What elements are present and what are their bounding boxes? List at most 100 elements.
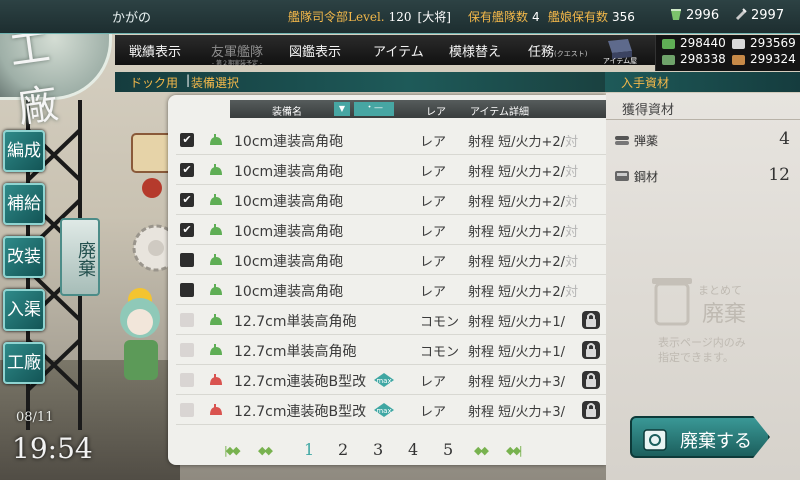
lock-icon[interactable]: [580, 399, 602, 421]
equipment-detail-text: 射程 短/火力+1/: [468, 315, 566, 330]
row-checkbox[interactable]: ✔: [180, 193, 194, 207]
shipgirl-count: 艦娘保有数 356: [548, 8, 635, 25]
equipment-name: 12.7cm単装高角砲: [234, 314, 357, 330]
row-checkbox[interactable]: [180, 253, 194, 267]
material-ammo-name: 弾薬: [634, 134, 659, 148]
gun-icon: [210, 194, 222, 205]
equipment-rarity: コモン: [420, 315, 460, 330]
equipment-detail-overflow: 対: [565, 135, 579, 150]
equipment-detail-text: 射程 短/火力+3/: [468, 405, 566, 420]
lock-icon[interactable]: [580, 369, 602, 391]
first-page-icon[interactable]: |◆◆: [224, 444, 241, 457]
lock-icon[interactable]: [580, 339, 602, 361]
lock-icon[interactable]: [580, 309, 602, 331]
side-nav-compose[interactable]: 編成: [3, 130, 45, 172]
equipment-detail-overflow: 対: [565, 225, 579, 240]
row-checkbox[interactable]: [180, 313, 194, 327]
status-bar: かがの 艦隊司令部Level. 120 [大将] 保有艦隊数 4 艦娘保有数 356 2…: [0, 0, 800, 34]
menu-quests[interactable]: 任務(クエスト): [528, 41, 587, 60]
hq-level-value: 120: [388, 10, 412, 24]
table-row[interactable]: 12.7cm連装砲B型改 max レア 射程 短/火力+3/: [176, 395, 606, 425]
gun-icon: [210, 164, 222, 175]
equipment-rarity: レア: [420, 405, 447, 420]
list-header: 装備名 ▼ ・— レア アイテム詳細: [230, 100, 606, 118]
table-row[interactable]: 12.7cm連装砲B型改 max レア 射程 短/火力+3/: [176, 365, 606, 395]
menu-encyclopedia-label: 図鑑表示: [289, 45, 342, 60]
header-detail: アイテム詳細: [470, 107, 529, 118]
page-5[interactable]: 5: [443, 440, 453, 459]
admiral-name: かがの: [112, 11, 152, 26]
side-nav-supply-label: 補給: [7, 194, 41, 214]
page-1[interactable]: 1: [304, 440, 314, 459]
menu-items-label: アイテム: [373, 45, 424, 60]
clock-date: 08/11: [16, 410, 54, 425]
side-nav-remodel-label: 改装: [7, 247, 41, 267]
repair-bucket-count: 2996: [670, 8, 719, 23]
row-checkbox[interactable]: [180, 403, 194, 417]
table-row[interactable]: 12.7cm単装高角砲 コモン 射程 短/火力+1/: [176, 335, 606, 365]
equipment-detail: 射程 短/火力+2/対: [468, 161, 578, 180]
last-page-icon[interactable]: ◆◆|: [506, 444, 523, 457]
bulk-scrap-line4: 指定できます。: [658, 351, 734, 364]
scrap-button-label: 廃棄する: [680, 431, 752, 452]
equipment-detail-text: 射程 短/火力+2/: [468, 165, 566, 180]
side-nav-repair[interactable]: 入渠: [3, 289, 45, 331]
gun-icon: [210, 344, 222, 355]
equipment-detail: 射程 短/火力+2/対: [468, 131, 578, 150]
page-4[interactable]: 4: [408, 440, 418, 459]
row-checkbox[interactable]: ✔: [180, 223, 194, 237]
table-row[interactable]: ✔ 10cm連装高角砲 レア 射程 短/火力+2/対: [176, 125, 606, 155]
menu-encyclopedia[interactable]: 図鑑表示: [289, 41, 341, 60]
table-row[interactable]: 10cm連装高角砲 レア 射程 短/火力+2/対: [176, 245, 606, 275]
sort-button[interactable]: ▼: [334, 102, 350, 116]
filter-icon: ・—: [364, 103, 383, 113]
menu-record[interactable]: 戦績表示: [129, 41, 181, 60]
breadcrumb-dock: ドック用: [130, 76, 179, 90]
table-row[interactable]: ✔ 10cm連装高角砲 レア 射程 短/火力+2/対: [176, 185, 606, 215]
side-nav-supply[interactable]: 補給: [3, 183, 45, 225]
prev-page-icon[interactable]: ◆◆: [258, 444, 273, 457]
bulk-scrap-line2: 廃棄: [702, 302, 747, 327]
filter-button[interactable]: ・—: [354, 102, 394, 116]
pagination: |◆◆ ◆◆ 1 2 3 4 5 ◆◆ ◆◆|: [220, 440, 550, 462]
row-checkbox[interactable]: ✔: [180, 163, 194, 177]
table-row[interactable]: ✔ 10cm連装高角砲 レア 射程 短/火力+2/対: [176, 155, 606, 185]
side-nav-remodel[interactable]: 改装: [3, 236, 45, 278]
material-steel-name: 鋼材: [634, 170, 659, 184]
row-checkbox[interactable]: [180, 373, 194, 387]
bulk-scrap-hint[interactable]: まとめて 廃棄 表示ページ内のみ 指定できます。: [650, 268, 770, 368]
gun-icon: [210, 374, 222, 385]
screw-icon: [735, 8, 747, 21]
breadcrumb: ドック用 | 装備選択: [115, 72, 605, 92]
page-3[interactable]: 3: [373, 440, 383, 459]
breadcrumb-equip-select: 装備選択: [191, 76, 240, 90]
table-row[interactable]: ✔ 10cm連装高角砲 レア 射程 短/火力+2/対: [176, 215, 606, 245]
equipment-detail: 射程 短/火力+2/対: [468, 251, 578, 270]
equipment-detail-overflow: 対: [565, 285, 579, 300]
scrap-button[interactable]: 廃棄する: [630, 416, 770, 458]
side-nav-scrap-label: 廃棄: [75, 241, 96, 277]
row-checkbox[interactable]: ✔: [180, 133, 194, 147]
gun-icon: [210, 314, 222, 325]
menu-furniture-label: 模様替え: [449, 45, 502, 60]
next-page-icon[interactable]: ◆◆: [474, 444, 489, 457]
fleet-count-value: 4: [532, 10, 540, 24]
menu-furniture[interactable]: 模様替え: [449, 41, 501, 60]
equipment-detail-text: 射程 短/火力+1/: [468, 345, 566, 360]
row-checkbox[interactable]: [180, 343, 194, 357]
side-nav-arsenal[interactable]: 工廠: [3, 342, 45, 384]
table-row[interactable]: 10cm連装高角砲 レア 射程 短/火力+2/対: [176, 275, 606, 305]
item-shop-label[interactable]: アイテム屋: [600, 56, 640, 66]
ammo-material-icon: [615, 136, 629, 145]
row-checkbox[interactable]: [180, 283, 194, 297]
gun-icon: [210, 254, 222, 265]
equipment-name: 10cm連装高角砲: [234, 194, 344, 210]
breadcrumb-materials: 入手資材: [605, 72, 800, 92]
menu-items[interactable]: アイテム: [373, 41, 424, 60]
equipment-name: 10cm連装高角砲: [234, 224, 344, 240]
resource-panel: 298440 293569 298338 299324: [655, 35, 800, 71]
menu-friend-fleet[interactable]: 友軍艦隊 - 第２期実装予定 -: [211, 41, 263, 67]
table-row[interactable]: 12.7cm単装高角砲 コモン 射程 短/火力+1/: [176, 305, 606, 335]
side-nav-scrap-tab[interactable]: 廃棄: [60, 218, 100, 296]
page-2[interactable]: 2: [338, 440, 348, 459]
